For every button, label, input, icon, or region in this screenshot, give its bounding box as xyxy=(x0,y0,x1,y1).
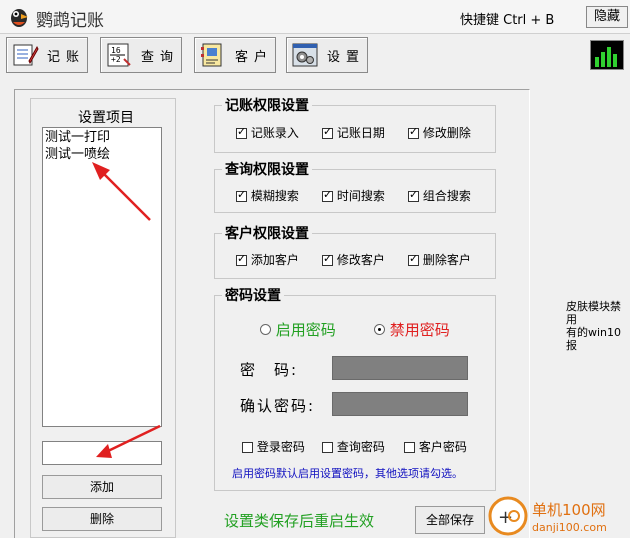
site-watermark: + 单机100网 danji100.com xyxy=(484,494,630,538)
svg-text:+: + xyxy=(498,507,513,528)
annotation-arrows xyxy=(92,162,161,458)
arrow-to-input-icon xyxy=(96,424,161,458)
watermark-name: 单机100网 xyxy=(532,501,606,519)
arrow-to-list-icon xyxy=(92,162,151,221)
watermark-url: danji100.com xyxy=(532,521,607,534)
